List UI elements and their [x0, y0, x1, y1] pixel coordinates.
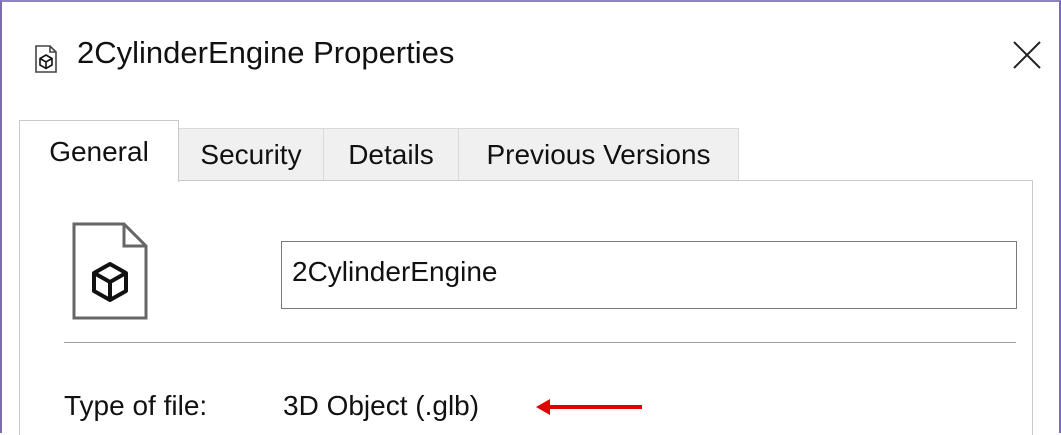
- red-arrow-annotation: [536, 399, 642, 415]
- 3d-object-file-icon: [72, 222, 148, 320]
- tab-previous-versions[interactable]: Previous Versions: [458, 128, 739, 180]
- type-of-file-label: Type of file:: [64, 390, 208, 421]
- tab-details[interactable]: Details: [323, 128, 459, 180]
- tab-general[interactable]: General: [19, 120, 179, 182]
- properties-dialog: 2CylinderEngine Properties General Secur…: [0, 0, 1061, 435]
- type-of-file-value: 3D Object (.glb): [283, 390, 480, 421]
- tab-strip: General Security Details Previous Versio…: [19, 120, 1059, 182]
- 3d-object-icon: [35, 45, 57, 73]
- title-bar[interactable]: 2CylinderEngine Properties: [2, 2, 1059, 114]
- divider: [64, 342, 1016, 343]
- tab-label: Previous Versions: [486, 139, 711, 170]
- file-name-input[interactable]: [281, 241, 1017, 309]
- tab-label: General: [49, 136, 149, 167]
- window-title: 2CylinderEngine Properties: [77, 35, 455, 70]
- close-icon[interactable]: [1010, 38, 1044, 72]
- tab-label: Security: [200, 139, 302, 170]
- tab-label: Details: [348, 139, 434, 170]
- tab-security[interactable]: Security: [178, 128, 324, 180]
